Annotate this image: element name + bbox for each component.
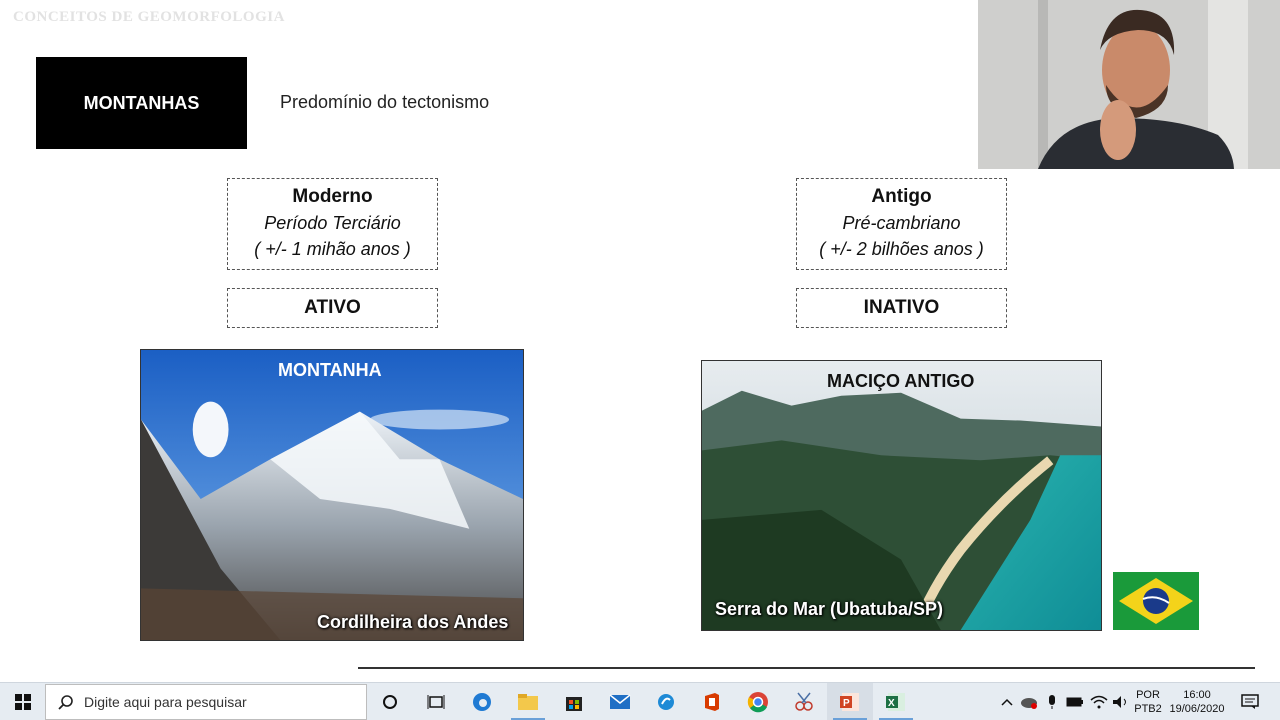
microphone-icon[interactable]	[1042, 683, 1062, 720]
search-icon	[58, 695, 73, 710]
keyboard-layout: PTB2	[1134, 703, 1162, 715]
volume-icon[interactable]	[1110, 683, 1132, 720]
inactive-status-box: INATIVO	[796, 288, 1007, 328]
active-status-label: ATIVO	[304, 297, 361, 318]
mail-icon[interactable]	[597, 683, 643, 720]
file-explorer-icon[interactable]	[505, 683, 551, 720]
andes-photo-caption: Cordilheira dos Andes	[317, 612, 509, 632]
clock[interactable]: 16:00 19/06/2020	[1166, 688, 1228, 716]
onedrive-icon[interactable]	[1018, 683, 1040, 720]
ancient-heading: Antigo	[871, 186, 932, 207]
taskbar-search-box[interactable]	[45, 684, 367, 720]
app-blue-icon[interactable]	[643, 683, 689, 720]
modern-period-box: Moderno Período Terciário ( +/- 1 mihão …	[227, 178, 438, 270]
modern-age: ( +/- 1 mihão anos )	[254, 239, 411, 259]
slide-title: MONTANHAS	[36, 57, 247, 149]
ancient-age: ( +/- 2 bilhões anos )	[819, 239, 984, 259]
language-code: POR	[1136, 689, 1160, 701]
serra-photo-caption: Serra do Mar (Ubatuba/SP)	[715, 599, 944, 619]
svg-text:P: P	[843, 698, 850, 709]
brazil-flag-icon	[1113, 572, 1199, 630]
language-indicator[interactable]: POR PTB2	[1132, 688, 1164, 716]
search-input[interactable]	[84, 694, 354, 710]
slide-watermark: CONCEITOS DE GEOMORFOLOGIA	[13, 9, 285, 25]
modern-heading: Moderno	[292, 186, 373, 207]
snipping-icon[interactable]	[781, 683, 827, 720]
clock-time: 16:00	[1183, 689, 1211, 701]
store-icon[interactable]	[551, 683, 597, 720]
windows-start-icon[interactable]	[0, 683, 45, 720]
presenter-video-icon	[978, 0, 1280, 169]
task-view-icon[interactable]	[413, 683, 459, 720]
ancient-period-box: Antigo Pré-cambriano ( +/- 2 bilhões ano…	[796, 178, 1007, 270]
wifi-icon[interactable]	[1088, 683, 1110, 720]
slide-divider	[358, 667, 1255, 669]
ancient-period: Pré-cambriano	[842, 213, 961, 233]
excel-icon[interactable]: X	[873, 683, 919, 720]
chevron-up-icon[interactable]	[998, 683, 1016, 720]
webcam-overlay	[978, 0, 1280, 169]
active-status-box: ATIVO	[227, 288, 438, 328]
clock-date: 19/06/2020	[1169, 703, 1225, 715]
edge-icon[interactable]	[459, 683, 505, 720]
svg-text:X: X	[888, 698, 895, 709]
windows-taskbar: P X POR PTB2 16:00	[0, 682, 1280, 720]
andes-mountain-photo: MONTANHA Cordilheira dos Andes	[140, 349, 524, 641]
serra-do-mar-photo: MACIÇO ANTIGO Serra do Mar (Ubatuba/SP)	[701, 360, 1102, 631]
battery-icon[interactable]	[1064, 683, 1086, 720]
andes-photo-title: MONTANHA	[278, 360, 382, 380]
slide-page: CONCEITOS DE GEOMORFOLOGIA MONTANHAS Pre…	[0, 0, 1280, 720]
serra-photo-title: MACIÇO ANTIGO	[827, 371, 975, 391]
chrome-icon[interactable]	[735, 683, 781, 720]
modern-period: Período Terciário	[264, 213, 401, 233]
office-icon[interactable]	[689, 683, 735, 720]
inactive-status-label: INATIVO	[863, 297, 940, 318]
slide-subtitle: Predomínio do tectonismo	[280, 92, 490, 112]
cortana-icon[interactable]	[367, 683, 413, 720]
andes-illustration	[141, 350, 523, 640]
notifications-icon[interactable]	[1236, 683, 1264, 720]
powerpoint-icon[interactable]: P	[827, 683, 873, 720]
serra-illustration	[702, 361, 1101, 630]
